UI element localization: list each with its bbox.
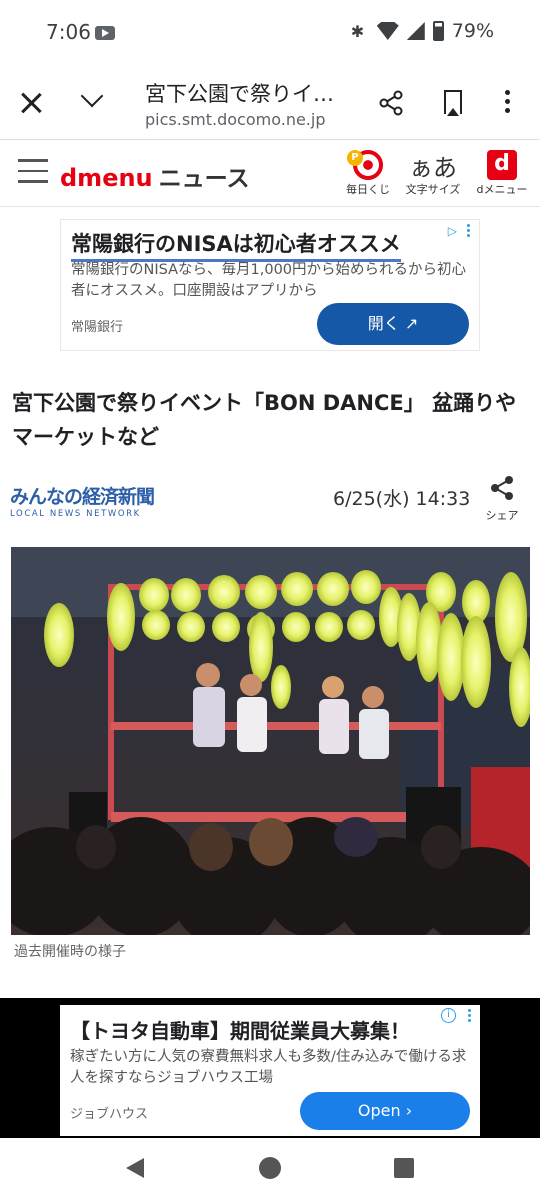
ad-title[interactable]: 常陽銀行のNISAは初心者オススメ bbox=[71, 228, 401, 262]
hamburger-menu-icon[interactable] bbox=[18, 159, 48, 185]
ad-info-icon[interactable]: i bbox=[441, 1008, 456, 1023]
wifi-icon bbox=[376, 22, 399, 40]
youtube-notification-icon bbox=[95, 26, 115, 40]
chevron-down-icon[interactable] bbox=[80, 84, 104, 108]
page-url[interactable]: pics.smt.docomo.ne.jp bbox=[145, 110, 325, 129]
site-header: dmenuニュース 毎日くじ ぁあ 文字サイズ d dメニュー bbox=[0, 141, 540, 207]
ad-advertiser: ジョブハウス bbox=[70, 1107, 149, 1122]
signal-icon bbox=[406, 22, 425, 40]
d-logo-icon: d bbox=[487, 150, 517, 180]
status-icons: ✱ 79% bbox=[351, 20, 494, 42]
share-label: シェア bbox=[485, 509, 519, 522]
text-size-icon: ぁあ bbox=[409, 153, 457, 182]
ad-choices-icon[interactable]: ▷ bbox=[448, 224, 457, 238]
system-nav-bar bbox=[0, 1138, 540, 1199]
daily-lottery-button[interactable]: 毎日くじ bbox=[338, 149, 398, 197]
article-photo[interactable] bbox=[11, 547, 530, 935]
ad-body: 稼ぎたい方に人気の寮費無料求人も多数/住み込みで働ける求人を探すならジョブハウス… bbox=[70, 1049, 467, 1086]
ad-menu-icon[interactable] bbox=[468, 1009, 472, 1024]
photo-caption: 過去開催時の様子 bbox=[14, 944, 126, 960]
battery-icon bbox=[432, 21, 444, 41]
daily-lottery-label: 毎日くじ bbox=[346, 183, 390, 196]
site-logo[interactable]: dmenu ニュース bbox=[60, 159, 250, 193]
share-icon bbox=[491, 476, 513, 500]
dmenu-label: dメニュー bbox=[476, 183, 528, 196]
logo-news: ニュース bbox=[158, 166, 250, 192]
bluetooth-icon: ✱ bbox=[350, 22, 365, 41]
dmenu-button[interactable]: d dメニュー bbox=[472, 149, 532, 197]
publish-date: 6/25(水) 14:33 bbox=[333, 488, 471, 510]
more-options-icon[interactable] bbox=[505, 90, 511, 116]
source-name: みんなの経済新聞 bbox=[10, 486, 155, 508]
close-icon[interactable] bbox=[18, 90, 44, 116]
recent-apps-icon[interactable] bbox=[394, 1158, 414, 1178]
ad-open-button[interactable]: 開く ↗ bbox=[317, 303, 469, 345]
article-title: 宮下公園で祭りイベント「BON DANCE」 盆踊りやマーケットなど bbox=[12, 391, 517, 449]
source-tagline: LOCAL NEWS NETWORK bbox=[10, 509, 141, 519]
clock: 7:06 bbox=[46, 20, 91, 44]
status-bar: 7:06 ✱ 79% bbox=[0, 0, 540, 66]
page-title: 宮下公園で祭りイ… bbox=[145, 82, 334, 106]
share-icon[interactable] bbox=[378, 90, 404, 116]
text-size-button[interactable]: ぁあ 文字サイズ bbox=[403, 149, 463, 197]
ad-advertiser: 常陽銀行 bbox=[71, 320, 124, 335]
back-icon[interactable] bbox=[126, 1158, 144, 1178]
ad-open-button[interactable]: Open › bbox=[300, 1092, 470, 1130]
article-share-button[interactable]: シェア bbox=[482, 475, 522, 523]
source-logo[interactable]: みんなの経済新聞 LOCAL NEWS NETWORK bbox=[10, 482, 155, 519]
ad-banner-bottom[interactable]: 【トヨタ自動車】期間従業員大募集！ i 稼ぎたい方に人気の寮費無料求人も多数/住… bbox=[60, 1005, 480, 1136]
ad-menu-icon[interactable] bbox=[467, 224, 471, 239]
bookmark-icon[interactable] bbox=[444, 90, 462, 116]
ad-title[interactable]: 【トヨタ自動車】期間従業員大募集！ bbox=[70, 1015, 410, 1044]
lottery-target-icon bbox=[347, 150, 383, 180]
battery-percent: 79% bbox=[451, 20, 494, 42]
home-icon[interactable] bbox=[259, 1157, 281, 1179]
ad-body: 常陽銀行のNISAなら、毎月1,000円から始められるから初心者にオススメ。口座… bbox=[71, 262, 467, 299]
text-size-label: 文字サイズ bbox=[405, 183, 461, 196]
logo-dmenu: dmenu bbox=[60, 164, 153, 192]
browser-toolbar: 宮下公園で祭りイ… pics.smt.docomo.ne.jp bbox=[0, 66, 540, 140]
ad-banner-top[interactable]: 常陽銀行のNISAは初心者オススメ ▷ 常陽銀行のNISAなら、毎月1,000円… bbox=[60, 219, 480, 351]
